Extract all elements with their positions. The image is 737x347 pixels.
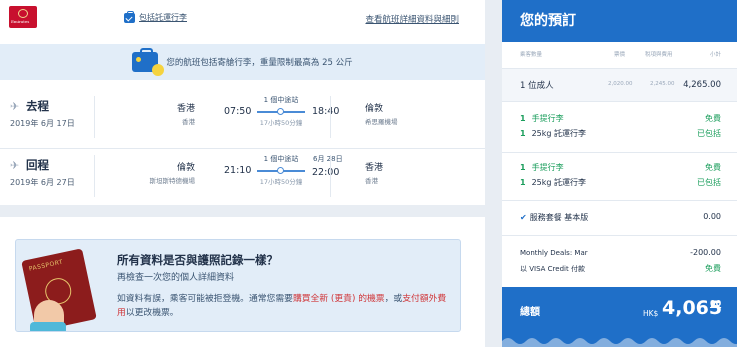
destination-airport: 香港 <box>365 177 378 185</box>
flight-card: Emirates 包括託運行李 查看航班詳細資料與細則 您的航班包括寄艙行李，重… <box>0 0 485 205</box>
return-flight: ✈ 回程 2019年 6月 27日 倫敦 斯坦斯特德機場 21:10 1 個中途… <box>0 148 485 208</box>
passport-check-box: PASSPORT 所有資料是否與護照記錄一樣？ 再檢查一次您的個人詳細資料 如資… <box>15 239 461 332</box>
col-tax: 稅項與費用 <box>645 52 673 58</box>
checkmark-icon: ✔ <box>520 213 527 222</box>
origin-airport: 香港 <box>182 118 195 126</box>
divider <box>330 155 331 197</box>
flight-direction: 回程 <box>26 158 49 172</box>
sleeve-image <box>30 322 66 331</box>
ticket-edge-decoration <box>502 338 737 347</box>
outbound-flight: ✈ 去程 2019年 6月 17日 香港 香港 07:50 1 個中途站 17小… <box>0 90 485 150</box>
total-currency: HK$ <box>643 309 659 318</box>
carry-on-line: 1 手提行李 <box>520 163 564 172</box>
destination-city: 香港 <box>365 163 384 173</box>
destination-city: 倫敦 <box>365 104 384 114</box>
buy-new-ticket-text: 購買全新 (更貴) 的機票 <box>292 294 385 304</box>
origin-city: 香港 <box>176 104 195 114</box>
col-fare: 票價 <box>614 52 626 58</box>
departure-time: 21:10 <box>224 165 252 176</box>
checked-bag-value: 已包括 <box>697 129 721 138</box>
itinerary-panel: Emirates 包括託運行李 查看航班詳細資料與細則 您的航班包括寄艙行李，重… <box>0 0 485 347</box>
booking-summary: 您的預訂 乘客數量 票價 稅項與費用 小計 1 位成人 2,020.00 2,2… <box>502 0 737 347</box>
stops-label: 1 個中途站 <box>263 155 299 163</box>
divider <box>330 96 331 138</box>
deal-label: Monthly Deals: Mar <box>520 249 588 257</box>
destination-airport: 希思羅機場 <box>365 118 398 126</box>
booking-header: 您的預訂 <box>502 0 737 42</box>
fare-value: 2,020.00 <box>608 81 633 87</box>
passport-body: 如資料有誤，乘客可能被拒登機。通常您需要購買全新 (更貴) 的機票，或支付額外費… <box>117 294 447 318</box>
carry-on-value: 免費 <box>705 114 721 123</box>
checked-bag-value: 已包括 <box>697 178 721 187</box>
origin-airport: 斯坦斯特德機場 <box>149 177 196 185</box>
route-line <box>257 167 305 174</box>
divider <box>94 155 95 197</box>
checked-bag-line: 1 25kg 託運行李 <box>520 178 587 187</box>
baggage-block-outbound: 1 手提行李 免費 1 25kg 託運行李 已包括 <box>502 103 737 153</box>
suitcase-icon <box>132 48 165 76</box>
next-day-date: 6月 28日 <box>313 155 343 163</box>
tax-value: 2,245.00 <box>650 81 675 87</box>
baggage-block-return: 1 手提行李 免費 1 25kg 託運行李 已包括 <box>502 153 737 201</box>
flight-date: 2019年 6月 17日 <box>10 119 75 128</box>
baggage-included-link[interactable]: 包括託運行李 <box>124 10 187 23</box>
flight-duration: 17小時50分鐘 <box>259 178 303 186</box>
passport-title: 所有資料是否與護照記錄一樣？ <box>117 253 278 267</box>
stops-label: 1 個中途站 <box>263 96 299 104</box>
airline-logo: Emirates <box>9 6 37 28</box>
divider <box>94 96 95 138</box>
total-label: 總額 <box>520 307 540 318</box>
service-package-line: ✔ 服務套餐 基本版 <box>520 213 589 222</box>
route-line <box>257 108 305 115</box>
adult-row: 1 位成人 2,020.00 2,245.00 4,265.00 <box>502 68 737 102</box>
baggage-notice: 您的航班包括寄艙行李，重量限制最高為 25 公斤 <box>0 44 485 80</box>
col-subtotal: 小計 <box>709 52 721 58</box>
baggage-included-label: 包括託運行李 <box>139 13 187 22</box>
plane-depart-icon: ✈ <box>10 100 20 113</box>
plane-return-icon: ✈ <box>10 159 20 172</box>
flight-duration: 17小時50分鐘 <box>259 119 303 127</box>
payment-method-value: 免費 <box>705 264 721 273</box>
arrival-time: 18:40 <box>312 106 340 117</box>
col-passengers: 乘客數量 <box>520 52 543 58</box>
flight-details-link[interactable]: 查看航班詳細資料與細則 <box>365 13 459 25</box>
booking-title: 您的預訂 <box>520 13 576 29</box>
departure-time: 07:50 <box>224 106 252 117</box>
flight-date: 2019年 6月 27日 <box>10 178 75 187</box>
adult-label: 1 位成人 <box>520 81 554 91</box>
origin-city: 倫敦 <box>176 163 195 173</box>
flight-direction: 去程 <box>26 99 49 113</box>
checked-bag-line: 1 25kg 託運行李 <box>520 129 587 138</box>
total-bar: 總額 HK$ 4,065 00 <box>502 287 737 347</box>
service-package-value: 0.00 <box>703 212 721 221</box>
divider <box>502 235 737 236</box>
carry-on-value: 免費 <box>705 163 721 172</box>
bag-check-icon <box>124 10 135 23</box>
subtotal-value: 4,265.00 <box>683 80 721 90</box>
arrival-time: 22:00 <box>312 167 340 178</box>
total-decimal: 00 <box>710 299 722 308</box>
baggage-notice-text: 您的航班包括寄艙行李，重量限制最高為 25 公斤 <box>166 58 353 68</box>
deal-value: -200.00 <box>690 248 721 257</box>
passport-subtitle: 再檢查一次您的個人詳細資料 <box>117 273 235 283</box>
carry-on-line: 1 手提行李 <box>520 114 564 123</box>
payment-method-label: 以 VISA Credit 付款 <box>520 265 585 273</box>
